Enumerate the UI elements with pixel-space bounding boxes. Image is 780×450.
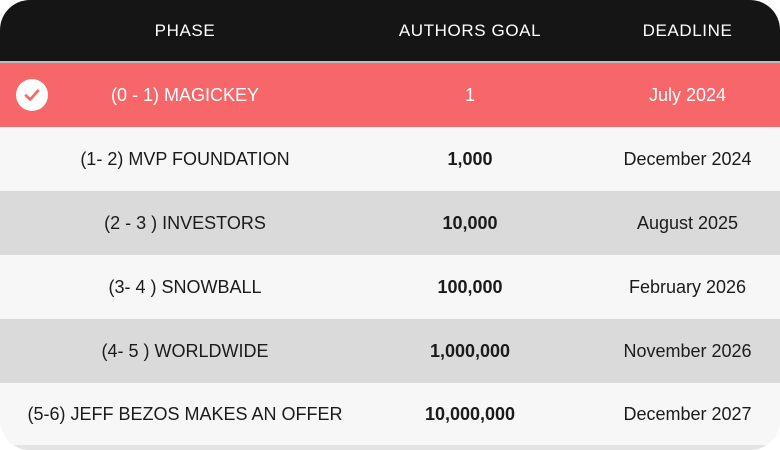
- header-phase: PHASE: [154, 20, 216, 40]
- header-deadline: DEADLINE: [642, 20, 733, 40]
- deadline-cell: November 2026: [623, 340, 752, 361]
- table-row-phase-0-1: (0 - 1) MAGICKEY 1 July 2024: [0, 63, 780, 127]
- header-authors-goal: AUTHORS GOAL: [398, 20, 542, 40]
- deadline-cell: December 2024: [623, 148, 752, 169]
- roadmap-table: PHASE AUTHORS GOAL DEADLINE (0 - 1) MAGI…: [0, 0, 780, 450]
- deadline-cell: July 2024: [648, 84, 727, 105]
- deadline-cell: August 2025: [636, 212, 739, 233]
- goal-cell: 1: [464, 84, 475, 105]
- table-header: PHASE AUTHORS GOAL DEADLINE: [0, 0, 780, 63]
- table-row-phase-2-3: (2 - 3 ) INVESTORS 10,000 August 2025: [0, 191, 780, 255]
- table-row-phase-3-4: (3- 4 ) SNOWBALL 100,000 February 2026: [0, 255, 780, 319]
- goal-cell: 10,000,000: [424, 403, 516, 424]
- phase-cell: (4- 5 ) WORLDWIDE: [101, 340, 269, 361]
- table-bottom-border: [0, 445, 780, 450]
- goal-cell: 100,000: [437, 276, 503, 297]
- phase-cell: (0 - 1) MAGICKEY: [110, 84, 260, 105]
- deadline-cell: February 2026: [628, 276, 747, 297]
- phase-cell: (5-6) JEFF BEZOS MAKES AN OFFER: [27, 403, 343, 424]
- goal-cell: 1,000,000: [429, 340, 511, 361]
- deadline-cell: December 2027: [623, 403, 752, 424]
- phase-cell: (3- 4 ) SNOWBALL: [108, 276, 262, 297]
- goal-cell: 1,000: [447, 148, 493, 169]
- goal-cell: 10,000: [442, 212, 498, 233]
- table-row-phase-5-6: (5-6) JEFF BEZOS MAKES AN OFFER 10,000,0…: [0, 383, 780, 450]
- phase-cell: (2 - 3 ) INVESTORS: [104, 212, 266, 233]
- phase-cell: (1- 2) MVP FOUNDATION: [80, 148, 290, 169]
- table-row-phase-4-5: (4- 5 ) WORLDWIDE 1,000,000 November 202…: [0, 319, 780, 383]
- table-row-phase-1-2: (1- 2) MVP FOUNDATION 1,000 December 202…: [0, 127, 780, 191]
